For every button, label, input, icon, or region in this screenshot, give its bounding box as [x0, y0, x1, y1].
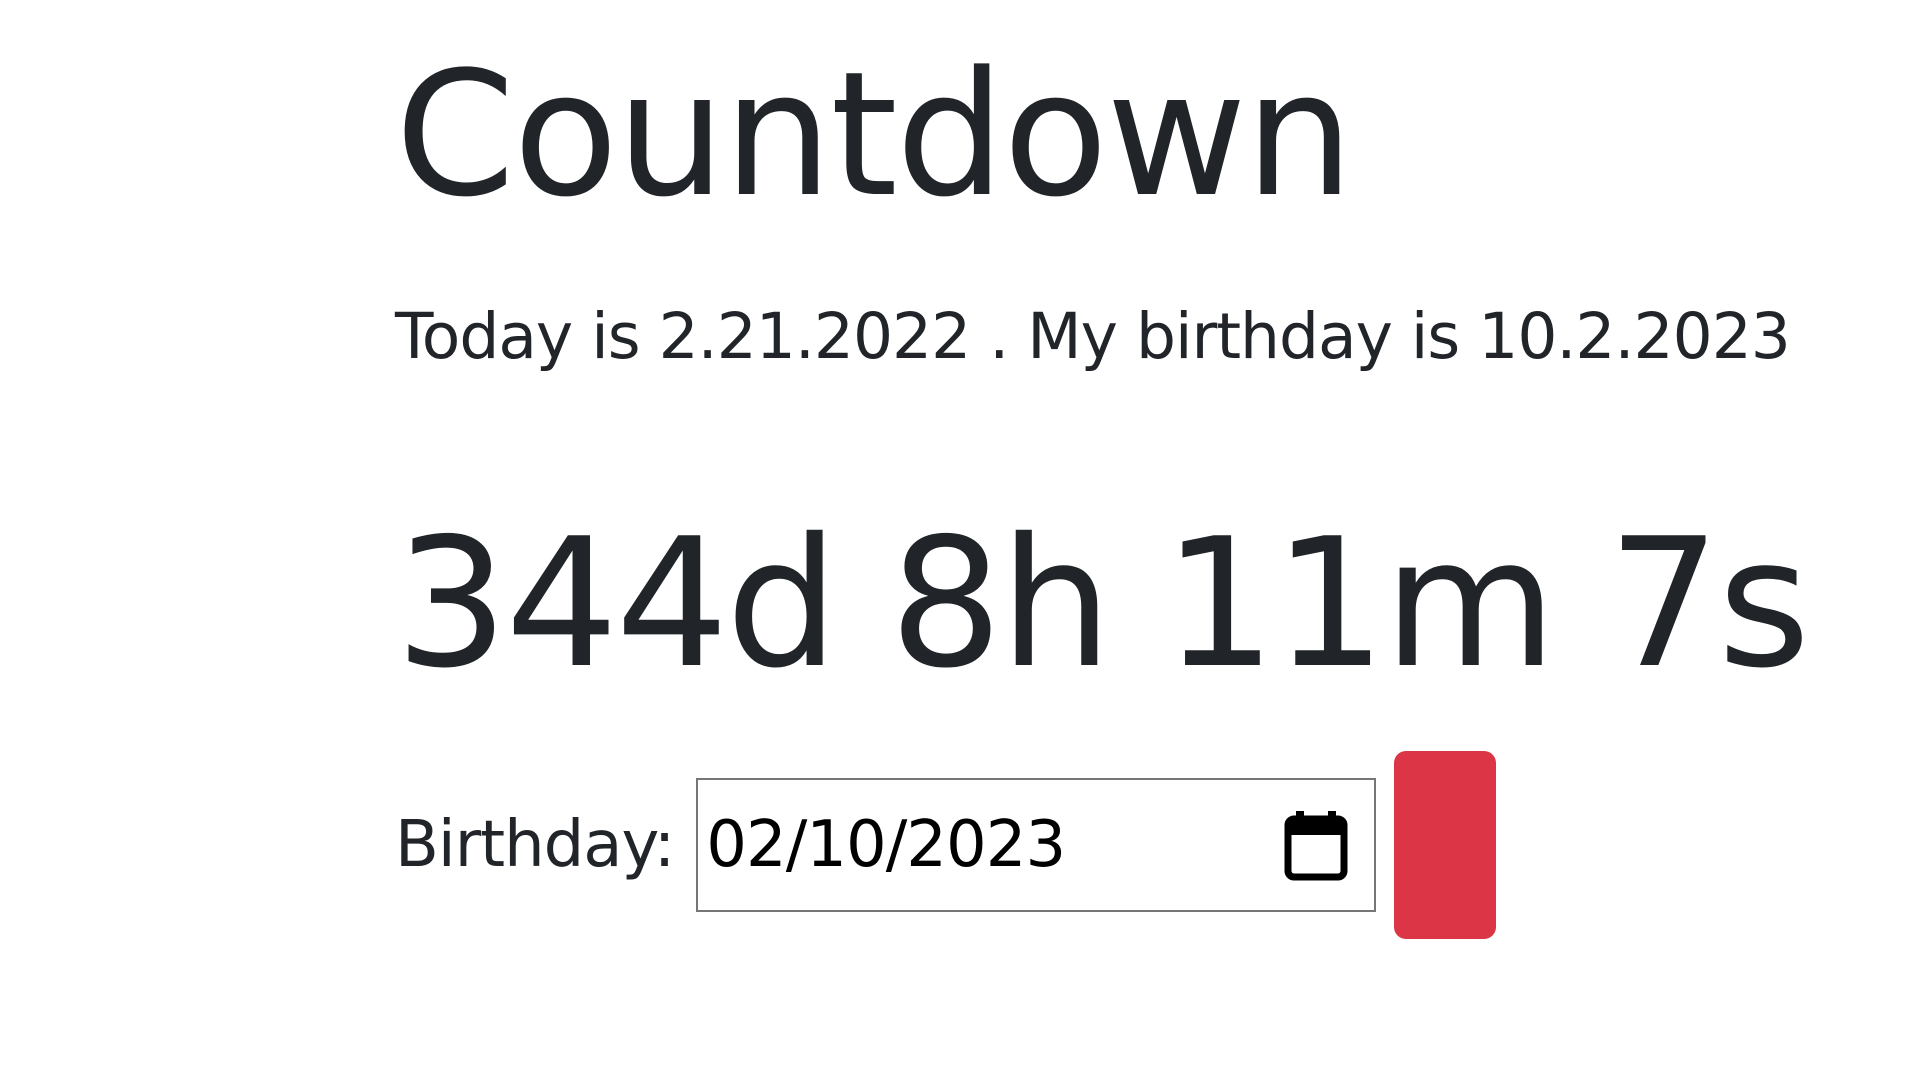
birthday-date-input[interactable]: 02/10/2023 — [696, 778, 1377, 912]
birthday-label: Birthday: — [395, 808, 675, 882]
birthday-form: Birthday: 02/10/2023 — [395, 750, 1497, 940]
today-birthday-text: Today is 2.21.2022 . My birthday is 10.2… — [395, 300, 1791, 374]
page-container: Countdown Today is 2.21.2022 . My birthd… — [395, 0, 1810, 939]
birthday-date-value: 02/10/2023 — [706, 808, 1066, 882]
countdown-display: 344d 8h 11m 7s — [395, 499, 1810, 707]
page-title: Countdown — [395, 34, 1354, 235]
calendar-icon[interactable] — [1284, 809, 1348, 881]
submit-button[interactable] — [1394, 751, 1497, 939]
